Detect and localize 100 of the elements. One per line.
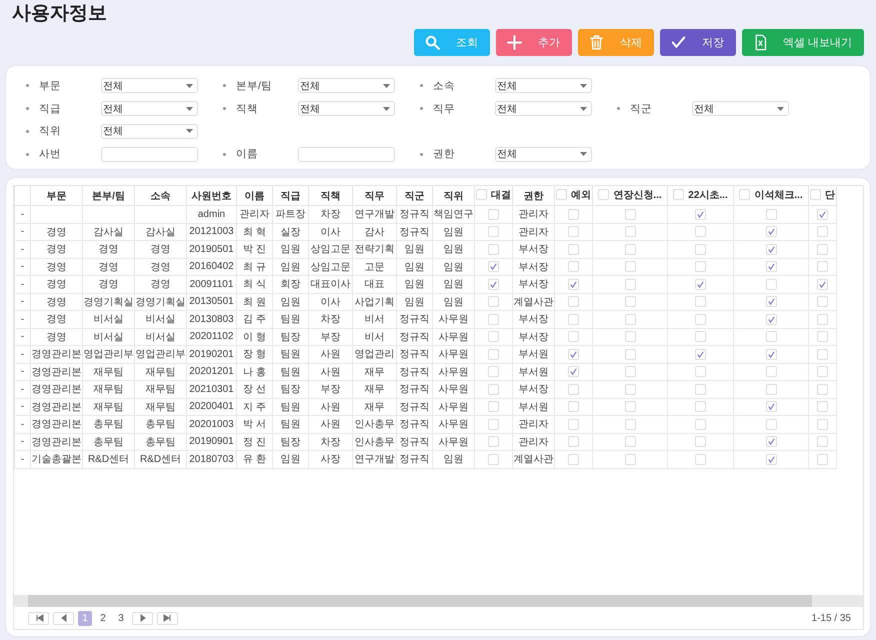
checkbox[interactable]	[568, 244, 579, 255]
checkbox[interactable]	[695, 278, 706, 290]
select-field[interactable]: 전체	[495, 78, 592, 94]
checkbox[interactable]	[695, 208, 706, 220]
checkbox[interactable]	[817, 208, 828, 220]
checkbox[interactable]	[488, 401, 499, 412]
input-field[interactable]	[101, 146, 198, 162]
checkbox[interactable]	[488, 454, 499, 465]
checkbox[interactable]	[488, 348, 499, 360]
checkbox[interactable]	[624, 244, 636, 255]
checkbox[interactable]	[695, 454, 706, 465]
checkbox[interactable]	[766, 261, 776, 272]
checkbox[interactable]	[695, 226, 706, 238]
previous-page-button[interactable]	[53, 612, 74, 624]
checkbox[interactable]	[817, 454, 828, 465]
checkbox[interactable]	[766, 208, 776, 220]
checkbox[interactable]	[766, 454, 776, 465]
checkbox[interactable]	[488, 331, 499, 342]
checkbox[interactable]	[568, 278, 579, 290]
checkbox[interactable]	[624, 296, 636, 308]
checkbox[interactable]	[766, 366, 776, 378]
next-page-button[interactable]	[132, 612, 153, 624]
checkbox[interactable]	[624, 331, 636, 342]
checkbox[interactable]	[568, 208, 579, 220]
checkbox[interactable]	[568, 436, 579, 448]
checkbox[interactable]	[817, 348, 828, 360]
checkbox[interactable]	[568, 366, 579, 378]
checkbox[interactable]	[488, 418, 499, 430]
checkbox[interactable]	[624, 418, 636, 430]
checkbox[interactable]	[488, 278, 499, 290]
checkbox[interactable]	[624, 226, 636, 238]
checkbox[interactable]	[695, 296, 706, 308]
checkbox[interactable]	[568, 331, 579, 342]
column-header[interactable]: 이석체크...	[734, 186, 808, 206]
column-header[interactable]: 단	[808, 186, 836, 206]
select-field[interactable]: 전체	[692, 101, 789, 116]
checkbox[interactable]	[817, 296, 828, 308]
checkbox[interactable]	[766, 401, 776, 412]
input-field[interactable]	[298, 146, 395, 162]
column-header[interactable]: 예외	[554, 186, 592, 206]
checkbox[interactable]	[624, 401, 636, 412]
checkbox[interactable]	[488, 296, 499, 308]
checkbox[interactable]	[488, 366, 499, 378]
last-page-button[interactable]	[157, 612, 178, 624]
header-checkbox[interactable]	[598, 189, 610, 200]
select-field[interactable]: 전체	[495, 146, 592, 162]
checkbox[interactable]	[817, 244, 828, 255]
header-checkbox[interactable]	[476, 189, 487, 200]
checkbox[interactable]	[766, 436, 776, 448]
column-header[interactable]: 권한	[512, 186, 554, 206]
checkbox[interactable]	[817, 401, 828, 412]
checkbox[interactable]	[766, 278, 776, 290]
header-checkbox[interactable]	[673, 189, 684, 200]
column-header[interactable]: 사원번호	[186, 186, 236, 206]
checkbox[interactable]	[817, 418, 828, 430]
checkbox[interactable]	[766, 331, 776, 342]
select-field[interactable]: 전체	[495, 101, 592, 116]
column-header[interactable]: 22시초...	[668, 186, 734, 206]
checkbox[interactable]	[488, 384, 499, 395]
select-field[interactable]: 전체	[298, 101, 395, 116]
header-checkbox[interactable]	[556, 189, 567, 200]
checkbox[interactable]	[817, 226, 828, 238]
checkbox[interactable]	[568, 384, 579, 395]
column-header[interactable]: 직무	[352, 186, 396, 206]
checkbox[interactable]	[624, 436, 636, 448]
select-field[interactable]: 전체	[298, 78, 395, 94]
checkbox[interactable]	[488, 226, 499, 238]
checkbox[interactable]	[766, 296, 776, 308]
checkbox[interactable]	[695, 348, 706, 360]
checkbox[interactable]	[817, 366, 828, 378]
header-checkbox[interactable]	[810, 189, 821, 200]
checkbox[interactable]	[568, 261, 579, 272]
checkbox[interactable]	[817, 384, 828, 395]
checkbox[interactable]	[695, 418, 706, 430]
first-page-button[interactable]	[28, 612, 49, 624]
column-header[interactable]: 이름	[236, 186, 272, 206]
checkbox[interactable]	[624, 261, 636, 272]
column-header[interactable]: 대결	[474, 186, 512, 206]
checkbox[interactable]	[695, 331, 706, 342]
checkbox[interactable]	[568, 314, 579, 325]
column-header[interactable]: 연장신청...	[592, 186, 668, 206]
checkbox[interactable]	[568, 418, 579, 430]
checkbox[interactable]	[624, 454, 636, 465]
checkbox[interactable]	[695, 314, 706, 325]
checkbox[interactable]	[488, 261, 499, 272]
checkbox[interactable]	[766, 244, 776, 255]
column-header[interactable]: 직위	[432, 186, 474, 206]
checkbox[interactable]	[766, 226, 776, 238]
checkbox[interactable]	[817, 261, 828, 272]
checkbox[interactable]	[624, 348, 636, 360]
checkbox[interactable]	[695, 261, 706, 272]
page-number[interactable]: 2	[96, 610, 110, 626]
checkbox[interactable]	[624, 384, 636, 395]
checkbox[interactable]	[568, 226, 579, 238]
checkbox[interactable]	[766, 418, 776, 430]
column-header[interactable]: 본부/팀	[82, 186, 134, 206]
checkbox[interactable]	[488, 244, 499, 255]
select-field[interactable]: 전체	[101, 124, 198, 139]
checkbox[interactable]	[488, 314, 499, 325]
select-field[interactable]: 전체	[101, 78, 198, 94]
